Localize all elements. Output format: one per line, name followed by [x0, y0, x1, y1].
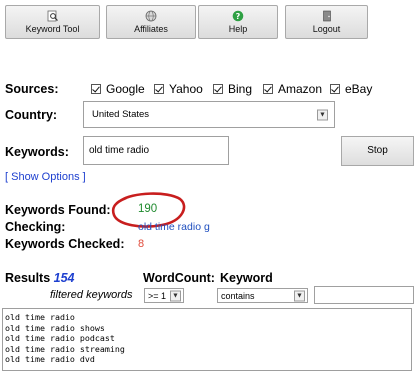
checkbox-ebay[interactable]: [330, 84, 340, 94]
keyword-filter-input[interactable]: [314, 286, 414, 304]
globe-icon: [145, 10, 157, 22]
source-yahoo[interactable]: Yahoo: [154, 82, 203, 96]
country-select[interactable]: United States ▼: [83, 101, 335, 128]
logout-label: Logout: [312, 24, 341, 34]
keywords-input[interactable]: old time radio: [83, 136, 229, 165]
keywords-label: Keywords:: [5, 145, 69, 159]
chevron-down-icon: ▼: [170, 290, 181, 301]
country-label: Country:: [5, 108, 58, 122]
source-bing[interactable]: Bing: [213, 82, 252, 96]
wordcount-label: WordCount:: [143, 271, 215, 285]
checkbox-yahoo[interactable]: [154, 84, 164, 94]
keyword-filter-select[interactable]: contains ▼: [217, 288, 308, 303]
list-item: old time radio shows: [5, 322, 105, 333]
results-count: 154: [53, 271, 75, 285]
chevron-down-icon: ▼: [317, 109, 328, 120]
affiliates-button[interactable]: Affiliates: [106, 5, 196, 39]
checkbox-amazon[interactable]: [263, 84, 273, 94]
source-ebay-label: eBay: [345, 82, 373, 96]
list-item: old time radio: [5, 312, 75, 322]
checkbox-google[interactable]: [91, 84, 101, 94]
chevron-down-icon: ▼: [294, 290, 305, 301]
stop-button[interactable]: Stop: [341, 136, 414, 166]
affiliates-label: Affiliates: [134, 24, 168, 34]
list-item: old time radio podcast: [5, 333, 115, 344]
keyword-filter-value: contains: [221, 290, 255, 301]
magnifier-icon: [47, 10, 58, 22]
checking-value: old time radio g: [138, 221, 210, 233]
keyword-filter-label: Keyword: [220, 271, 273, 285]
source-bing-label: Bing: [228, 82, 253, 96]
source-ebay[interactable]: eBay: [330, 82, 372, 96]
stop-label: Stop: [367, 145, 388, 156]
checking-label: Checking:: [5, 220, 66, 234]
country-value: United States: [92, 109, 150, 120]
results-label: Results 154: [5, 271, 75, 285]
wordcount-value: >= 1: [148, 290, 167, 301]
keyword-tool-button[interactable]: Keyword Tool: [5, 5, 100, 39]
svg-text:?: ?: [236, 12, 241, 21]
checkbox-bing[interactable]: [213, 84, 223, 94]
wordcount-select[interactable]: >= 1 ▼: [144, 288, 184, 303]
list-item: old time radio dvd: [5, 354, 95, 365]
keywords-checked-label: Keywords Checked:: [5, 237, 125, 251]
list-item: old time radio streaming: [5, 343, 125, 354]
help-label: Help: [228, 24, 248, 34]
source-amazon[interactable]: Amazon: [263, 82, 322, 96]
source-google[interactable]: Google: [91, 82, 145, 96]
source-google-label: Google: [106, 82, 145, 96]
door-icon: [322, 10, 331, 22]
help-icon: ?: [232, 10, 244, 22]
keyword-tool-label: Keyword Tool: [25, 24, 80, 34]
source-amazon-label: Amazon: [278, 82, 323, 96]
results-title: Results: [5, 271, 51, 285]
toolbar: Keyword Tool Affiliates ? Help Logout: [0, 0, 414, 44]
filtered-keywords-label: filtered keywords: [50, 289, 133, 301]
source-yahoo-label: Yahoo: [169, 82, 203, 96]
logout-button[interactable]: Logout: [285, 5, 368, 39]
show-options-link[interactable]: [ Show Options ]: [5, 171, 86, 183]
sources-label: Sources:: [5, 82, 59, 96]
keywords-checked-value: 8: [138, 238, 145, 250]
keywords-value: old time radio: [89, 145, 150, 156]
keywords-found-label: Keywords Found:: [5, 203, 111, 217]
help-button[interactable]: ? Help: [198, 5, 278, 39]
results-list[interactable]: old time radio old time radio shows old …: [2, 308, 412, 371]
